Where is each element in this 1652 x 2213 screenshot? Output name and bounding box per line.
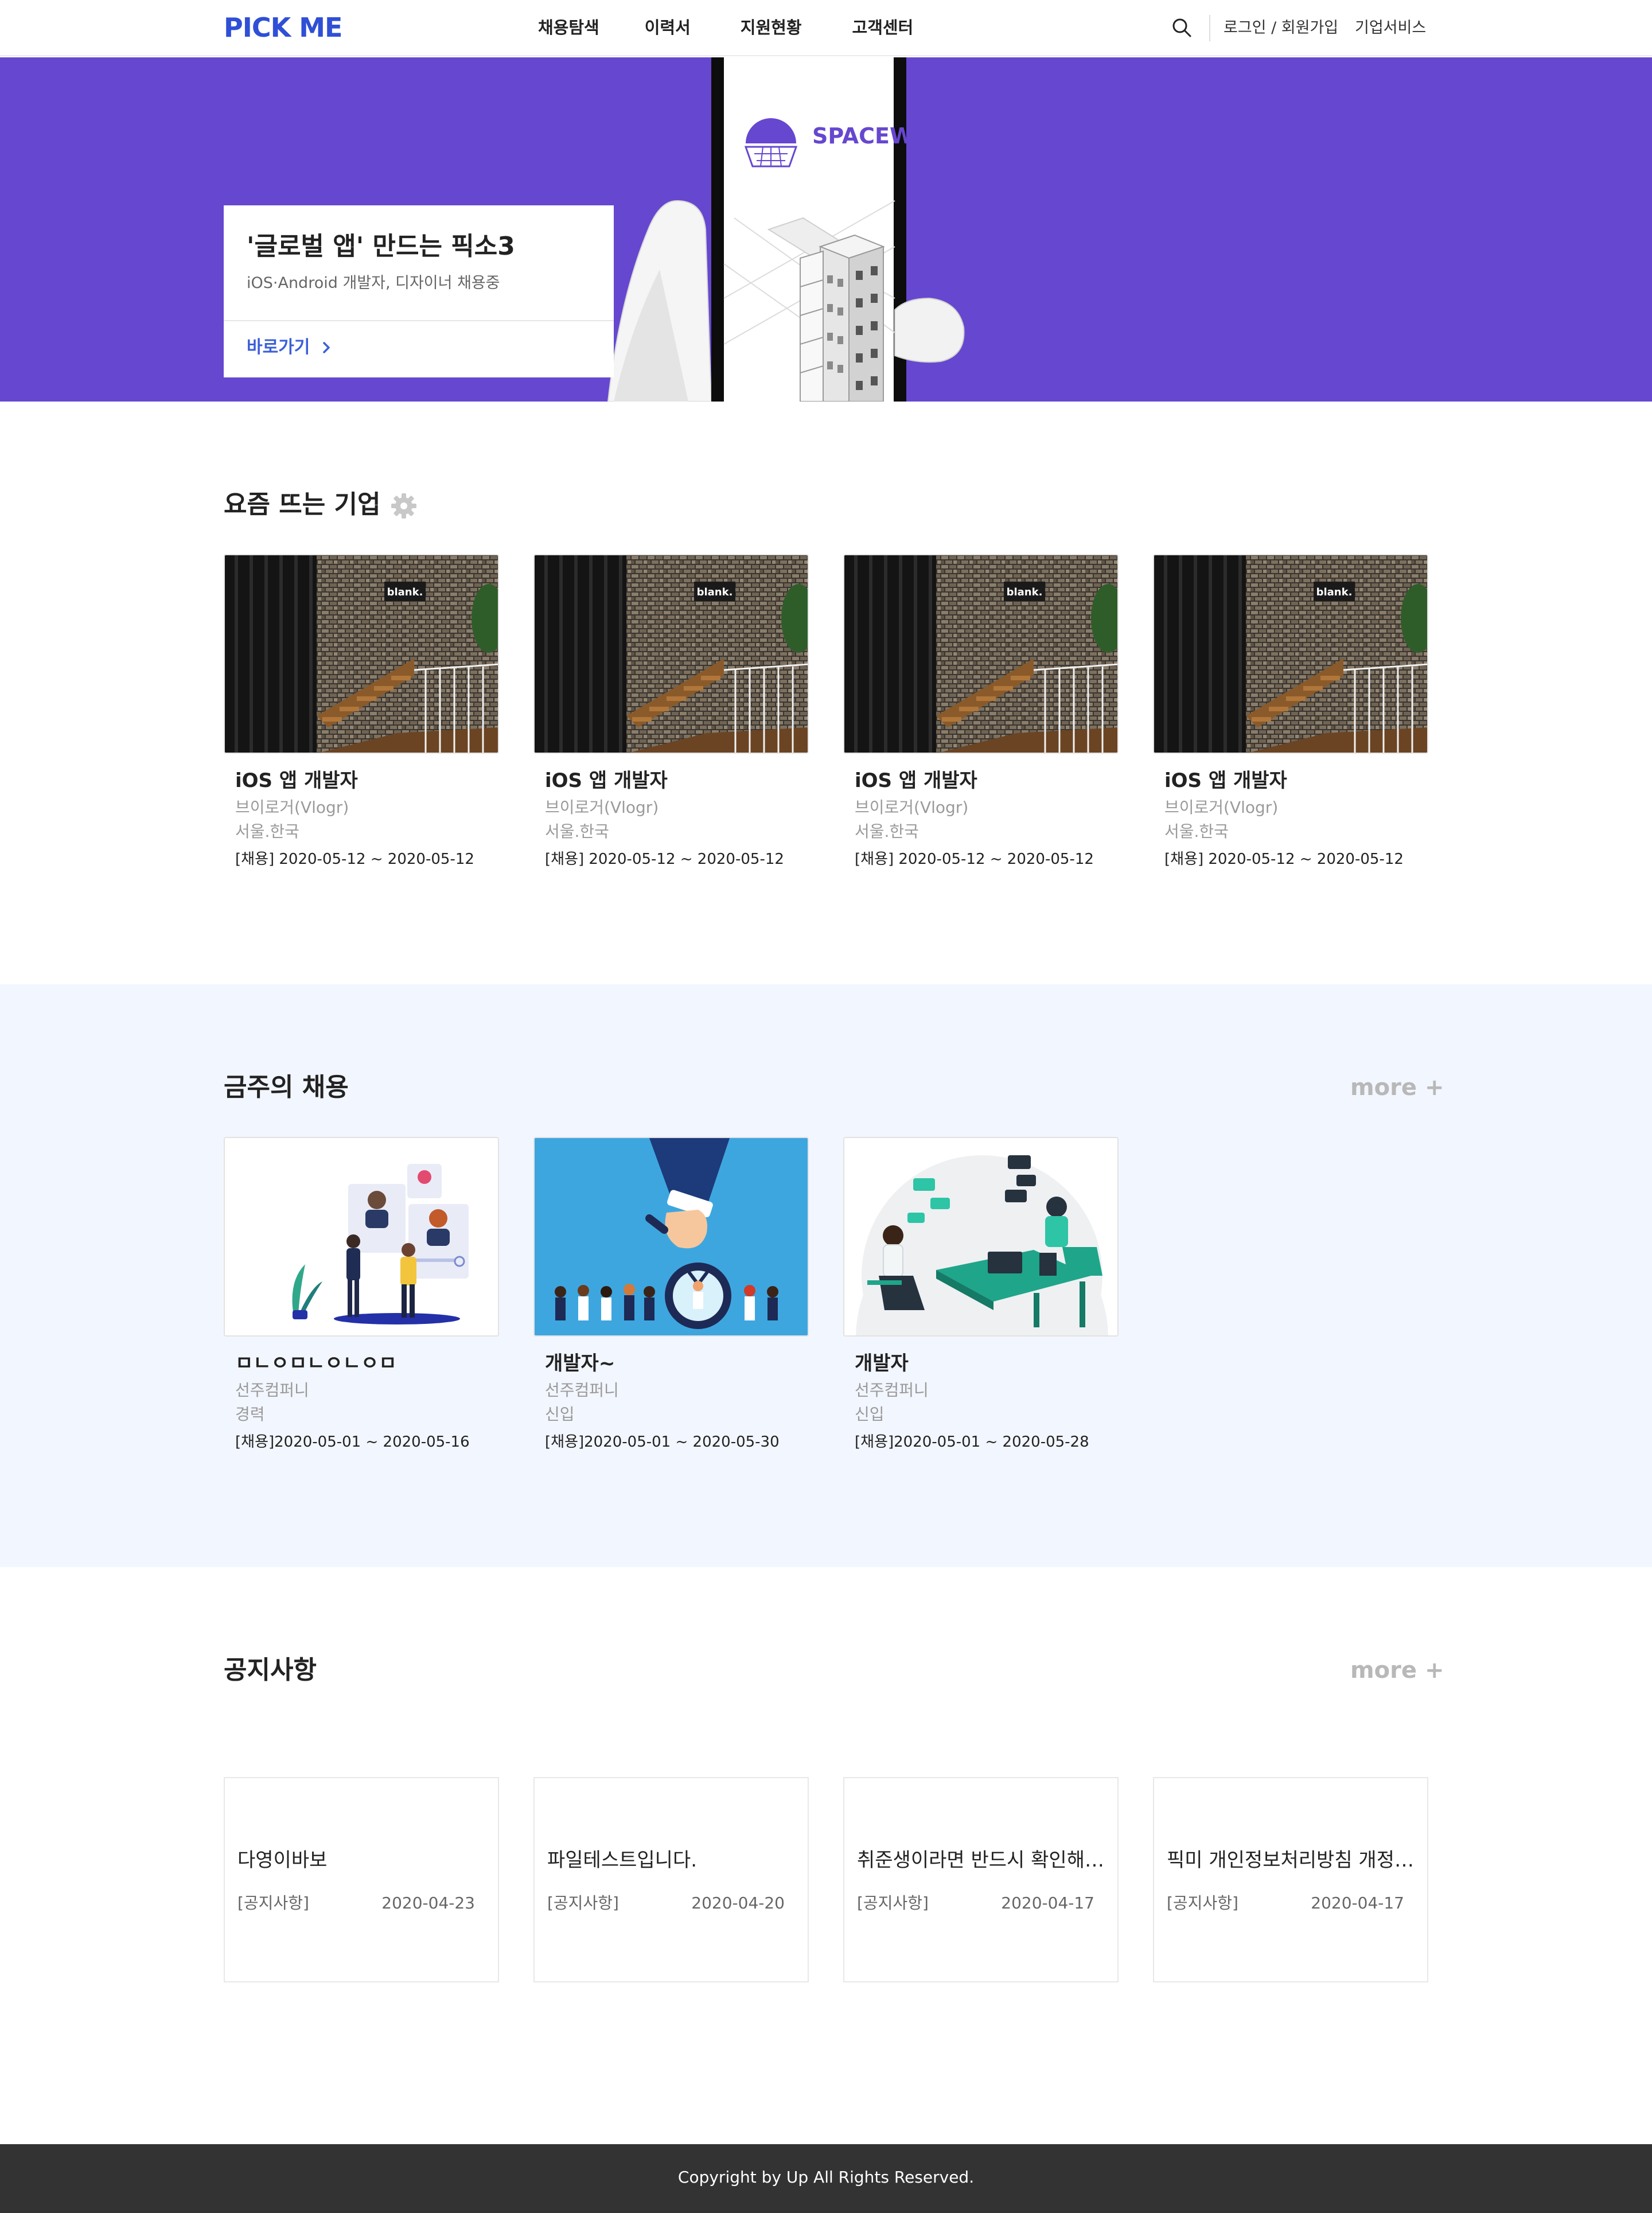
banner-go-link[interactable]: 바로가기 <box>247 335 333 360</box>
card-title: 개발자~ <box>545 1352 615 1375</box>
search-icon[interactable] <box>1171 17 1192 38</box>
notice-item-date: 2020-04-20 <box>691 1893 785 1912</box>
banner-card: '글로벌 앱' 만드는 픽소3 iOS·Android 개발자, 디자이너 채용… <box>224 205 614 377</box>
hero-banner[interactable]: SPACEWALK '글로벌 앱' 만드는 픽소3 iOS·Android 개발… <box>0 57 1652 402</box>
card-period: [채용]2020-05-01 ~ 2020-05-16 <box>235 1433 470 1451</box>
notice-title: 공지사항 <box>224 1655 317 1685</box>
notice-item-date: 2020-04-17 <box>1311 1893 1404 1912</box>
notice-item-category: [공지사항] <box>1167 1893 1238 1912</box>
notice-item-date: 2020-04-23 <box>381 1893 475 1912</box>
svg-text:SPACEWALK: SPACEWALK <box>812 123 961 149</box>
notice-item-date: 2020-04-17 <box>1001 1893 1094 1912</box>
notice-card[interactable]: 파일테스트입니다. [공지사항] 2020-04-20 <box>533 1777 809 1982</box>
company-photo: blank. <box>1153 554 1428 754</box>
banner-go-label: 바로가기 <box>247 337 310 357</box>
notice-card[interactable]: 픽미 개인정보처리방침 개정 안내 [공지사항] 2020-04-17 <box>1153 1777 1428 1982</box>
card-company: 선주컴퍼니 <box>855 1381 929 1400</box>
site-footer: Copyright by Up All Rights Reserved. <box>0 2144 1652 2213</box>
notice-item-title: 취준생이라면 반드시 확인해야 할 공지 <box>857 1849 1109 1872</box>
job-illustration <box>843 1137 1119 1337</box>
card-title: iOS 앱 개발자 <box>235 769 358 792</box>
banner-title: '글로벌 앱' 만드는 픽소3 <box>247 232 515 261</box>
nav-item-customer-center[interactable]: 고객센터 <box>852 16 914 39</box>
card-level: 신입 <box>855 1405 885 1424</box>
business-service-link[interactable]: 기업서비스 <box>1355 17 1426 39</box>
svg-text:blank.: blank. <box>1316 586 1353 598</box>
company-photo: blank. <box>533 554 809 754</box>
card-period: [채용]2020-05-01 ~ 2020-05-30 <box>545 1433 780 1451</box>
weekly-more-link[interactable]: more + <box>1350 1073 1444 1102</box>
notice-item-category: [공지사항] <box>857 1893 929 1912</box>
job-illustration <box>224 1137 499 1337</box>
card-company: 브이로거(Vlogr) <box>235 798 349 817</box>
card-level: 경력 <box>235 1405 265 1424</box>
notice-item-category: [공지사항] <box>547 1893 619 1912</box>
gear-icon[interactable] <box>390 492 418 520</box>
notice-card[interactable]: 취준생이라면 반드시 확인해야 할 공지 [공지사항] 2020-04-17 <box>843 1777 1119 1982</box>
notice-item-category: [공지사항] <box>237 1893 309 1912</box>
site-logo[interactable]: PICK ME <box>224 13 342 42</box>
nav-item-applications[interactable]: 지원현황 <box>741 16 802 39</box>
copyright-text: Copyright by Up All Rights Reserved. <box>677 2168 975 2187</box>
notice-item-title: 다영이바보 <box>237 1849 328 1872</box>
card-period: [채용] 2020-05-12 ~ 2020-05-12 <box>855 851 1094 868</box>
card-period: [채용] 2020-05-12 ~ 2020-05-12 <box>1164 851 1404 868</box>
chevron-right-icon <box>323 342 330 353</box>
card-company: 선주컴퍼니 <box>545 1381 619 1400</box>
hot-companies-title: 요즘 뜨는 기업 <box>224 490 381 519</box>
main-nav: 채용탐색 이력서 지원현황 고객센터 <box>538 16 913 39</box>
card-period: [채용]2020-05-01 ~ 2020-05-28 <box>855 1433 1089 1451</box>
card-company: 브이로거(Vlogr) <box>545 798 659 817</box>
card-title: iOS 앱 개발자 <box>545 769 668 792</box>
nav-item-resume[interactable]: 이력서 <box>645 16 691 39</box>
card-period: [채용] 2020-05-12 ~ 2020-05-12 <box>545 851 784 868</box>
card-location: 서울.한국 <box>235 822 299 841</box>
card-company: 브이로거(Vlogr) <box>855 798 969 817</box>
card-location: 서울.한국 <box>855 822 919 841</box>
card-company: 선주컴퍼니 <box>235 1381 309 1400</box>
banner-subtitle: iOS·Android 개발자, 디자이너 채용중 <box>247 274 500 292</box>
job-illustration <box>533 1137 809 1337</box>
building-illustration <box>800 234 885 402</box>
login-signup-link[interactable]: 로그인 / 회원가입 <box>1224 17 1338 39</box>
card-company: 브이로거(Vlogr) <box>1164 798 1279 817</box>
company-photo: blank. <box>843 554 1119 754</box>
weekly-jobs-title: 금주의 채용 <box>224 1073 349 1102</box>
card-period: [채용] 2020-05-12 ~ 2020-05-12 <box>235 851 474 868</box>
card-title: ㅁㄴㅇㅁㄴㅇㄴㅇㅁ <box>235 1352 397 1375</box>
notice-item-title: 픽미 개인정보처리방침 개정 안내 <box>1167 1849 1419 1872</box>
company-photo: blank. <box>224 554 499 754</box>
banner-phone-illustration: SPACEWALK <box>607 57 965 402</box>
svg-text:blank.: blank. <box>387 586 423 598</box>
card-location: 서울.한국 <box>1164 822 1229 841</box>
card-title: iOS 앱 개발자 <box>1164 769 1287 792</box>
card-title: 개발자 <box>855 1352 909 1375</box>
svg-text:blank.: blank. <box>1007 586 1043 598</box>
card-title: iOS 앱 개발자 <box>855 769 977 792</box>
card-level: 신입 <box>545 1405 575 1424</box>
site-header: PICK ME 채용탐색 이력서 지원현황 고객센터 로그인 / 회원가입 기업… <box>0 0 1652 56</box>
notice-card[interactable]: 다영이바보 [공지사항] 2020-04-23 <box>224 1777 499 1982</box>
svg-text:blank.: blank. <box>697 586 733 598</box>
notice-more-link[interactable]: more + <box>1350 1655 1444 1685</box>
card-location: 서울.한국 <box>545 822 609 841</box>
notice-item-title: 파일테스트입니다. <box>547 1849 698 1872</box>
nav-item-job-search[interactable]: 채용탐색 <box>538 16 599 39</box>
banner-card-divider <box>224 320 614 321</box>
header-divider <box>1209 15 1210 41</box>
